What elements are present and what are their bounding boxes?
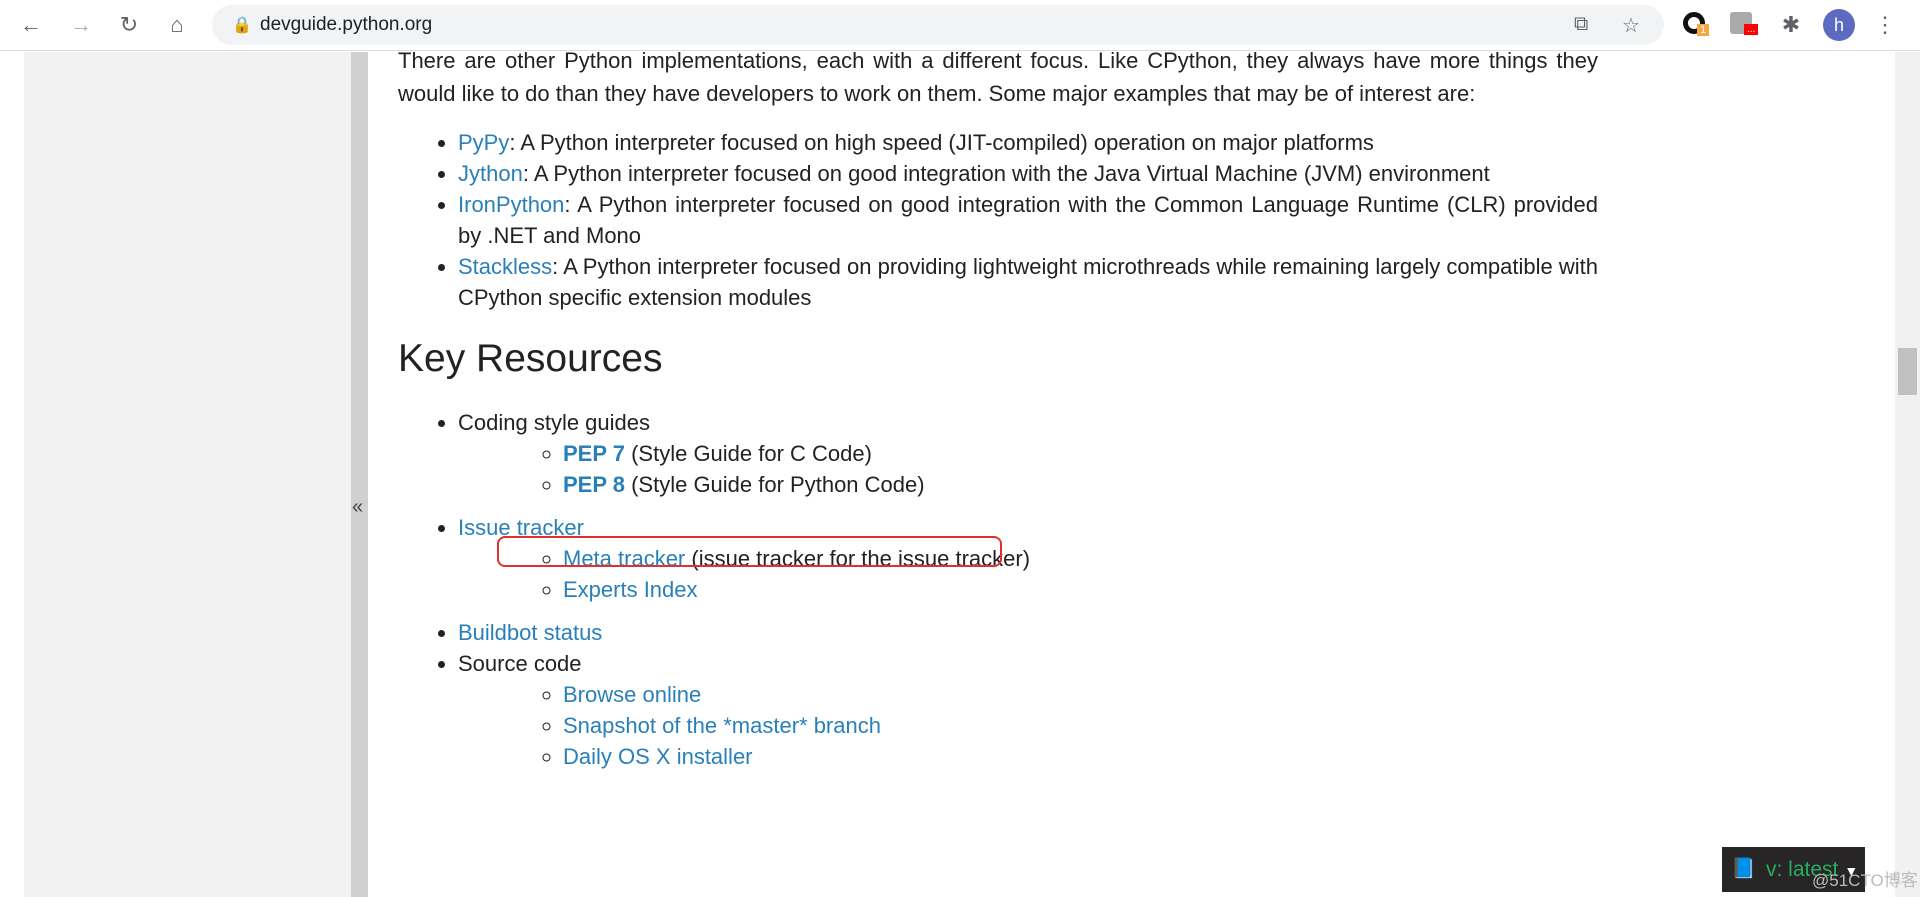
list-item: IronPython: A Python interpreter focused… — [458, 189, 1598, 251]
list-item: Coding style guides PEP 7 (Style Guide f… — [458, 407, 1598, 500]
address-bar[interactable]: 🔒 devguide.python.org ⧉ ☆ — [212, 5, 1664, 45]
star-icon[interactable]: ☆ — [1622, 13, 1640, 38]
menu-icon[interactable]: ⋮ — [1870, 10, 1900, 40]
resources-list: Coding style guides PEP 7 (Style Guide f… — [398, 407, 1598, 772]
list-item: Jython: A Python interpreter focused on … — [458, 158, 1598, 189]
list-item: PyPy: A Python interpreter focused on hi… — [458, 127, 1598, 158]
section-heading: Key Resources — [398, 337, 663, 380]
forward-icon[interactable]: → — [66, 10, 96, 40]
reload-icon[interactable]: ↻ — [114, 10, 144, 40]
osx-installer-link[interactable]: Daily OS X installer — [563, 744, 753, 769]
buildbot-link[interactable]: Buildbot status — [458, 620, 602, 645]
scrollbar[interactable] — [1895, 52, 1920, 897]
extension-icon[interactable]: 1 — [1683, 12, 1710, 38]
url-text: devguide.python.org — [260, 14, 433, 35]
list-item: PEP 8 (Style Guide for Python Code) — [563, 469, 1598, 500]
book-icon: 📘 — [1731, 858, 1756, 880]
list-item: PEP 7 (Style Guide for C Code) — [563, 438, 1598, 469]
collapse-icon: « — [352, 496, 364, 518]
extension-icon[interactable]: ... — [1730, 12, 1759, 38]
pypy-link[interactable]: PyPy — [458, 130, 509, 155]
list-item: Browse online — [563, 679, 1598, 710]
avatar[interactable]: h — [1823, 9, 1855, 41]
list-item: Buildbot status — [458, 617, 1598, 648]
watermark: @51CTO博客 — [1812, 871, 1918, 890]
back-icon[interactable]: ← — [16, 10, 46, 40]
implementations-list: PyPy: A Python interpreter focused on hi… — [398, 127, 1598, 313]
ironpython-link[interactable]: IronPython — [458, 192, 564, 217]
jython-link[interactable]: Jython — [458, 161, 523, 186]
pep7-link[interactable]: PEP 7 — [563, 441, 625, 466]
translate-icon[interactable]: ⧉ — [1574, 13, 1588, 36]
list-item: Experts Index — [563, 574, 1598, 605]
stackless-link[interactable]: Stackless — [458, 254, 552, 279]
sidebar-collapse-button[interactable]: « — [351, 52, 368, 897]
experts-index-link[interactable]: Experts Index — [563, 577, 698, 602]
browse-online-link[interactable]: Browse online — [563, 682, 701, 707]
scrollbar-thumb[interactable] — [1898, 348, 1917, 395]
pep8-link[interactable]: PEP 8 — [563, 472, 625, 497]
list-item: Stackless: A Python interpreter focused … — [458, 251, 1598, 313]
lock-icon: 🔒 — [232, 17, 252, 34]
list-item: Snapshot of the *master* branch — [563, 710, 1598, 741]
home-icon[interactable]: ⌂ — [162, 10, 192, 40]
intro-paragraph: There are other Python implementations, … — [398, 48, 1598, 106]
snapshot-link[interactable]: Snapshot of the *master* branch — [563, 713, 881, 738]
puzzle-icon[interactable]: ✱ — [1776, 10, 1806, 40]
highlight-annotation — [497, 536, 1002, 567]
main-content: There are other Python implementations, … — [398, 44, 1598, 772]
sidebar — [24, 52, 351, 897]
list-item: Source code Browse online Snapshot of th… — [458, 648, 1598, 772]
list-item: Daily OS X installer — [563, 741, 1598, 772]
